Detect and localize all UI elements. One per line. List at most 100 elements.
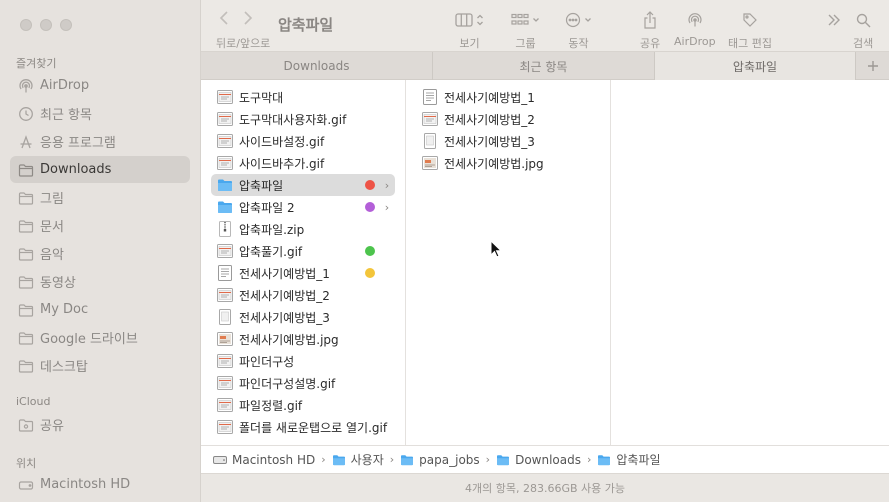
airdrop-button[interactable]: AirDrop: [674, 10, 716, 48]
sidebar-item-movies[interactable]: 동영상: [10, 268, 190, 295]
path-crumb[interactable]: 사용자: [332, 451, 384, 468]
folder-icon: [18, 330, 34, 346]
file-name: 압축파일.zip: [239, 222, 305, 237]
folder-icon: [332, 454, 346, 466]
chevron-right-icon: ›: [384, 200, 390, 214]
folder-icon: [597, 454, 611, 466]
finder-window: 즐겨찾기 AirDrop 최근 항목 응용 프로그램 Downloads 그림 …: [0, 0, 889, 502]
sidebar-item-downloads[interactable]: Downloads: [10, 156, 190, 183]
blank-file-icon: [217, 309, 233, 325]
edit-tags-button[interactable]: 태그 편집: [728, 10, 772, 51]
image-file-icon: [217, 89, 233, 105]
document-file-icon: [422, 89, 438, 105]
tab-downloads[interactable]: Downloads: [201, 52, 433, 80]
list-item[interactable]: 압축파일.zip: [211, 218, 395, 240]
list-item[interactable]: 전세사기예방법.jpg: [416, 152, 600, 174]
toolbar: 뒤로/앞으로 압축파일 보기 그룹 동작 공유 AirDrop 태그 편집 검색: [201, 0, 889, 52]
tab-recents[interactable]: 최근 항목: [433, 52, 655, 80]
sidebar-item-recents[interactable]: 최근 항목: [10, 100, 190, 127]
close-window-button[interactable]: [20, 19, 32, 31]
folder-icon: [496, 454, 510, 466]
path-bar: Macintosh HD › 사용자 › papa_jobs › Downloads › 압축파…: [201, 445, 889, 473]
sidebar-item-google-drive[interactable]: Google 드라이브: [10, 324, 190, 351]
list-item[interactable]: 사이드바설정.gif: [211, 130, 395, 152]
list-item[interactable]: 전세사기예방법_2: [416, 108, 600, 130]
chevron-down-icon: [585, 18, 591, 22]
folder-icon: [18, 190, 34, 206]
zoom-window-button[interactable]: [60, 19, 72, 31]
path-crumb[interactable]: Macintosh HD: [213, 453, 315, 467]
sidebar-item-airdrop[interactable]: AirDrop: [10, 72, 190, 99]
document-file-icon: [217, 265, 233, 281]
tag-icon: [743, 13, 757, 27]
back-button[interactable]: [219, 10, 229, 30]
file-name: 폴더를 새로운탭으로 열기.gif: [239, 420, 388, 435]
forward-button[interactable]: [243, 10, 253, 30]
image-file-icon: [217, 375, 233, 391]
jpg-file-icon: [422, 155, 438, 171]
disk-icon: [18, 477, 34, 493]
search-button[interactable]: 검색: [853, 10, 873, 51]
double-chevron-right-icon: [828, 14, 840, 26]
list-item[interactable]: 전세사기예방법_1: [416, 86, 600, 108]
file-name: 압축파일: [239, 178, 284, 193]
folder-icon: [18, 274, 34, 290]
file-name: 전세사기예방법_2: [239, 288, 330, 303]
column-view-icon: [455, 13, 473, 27]
column-empty[interactable]: [611, 80, 889, 445]
list-item[interactable]: 사이드바추가.gif: [211, 152, 395, 174]
zip-file-icon: [217, 221, 233, 237]
favorites-header: 즐겨찾기: [16, 57, 57, 70]
sidebar-item-documents[interactable]: 문서: [10, 212, 190, 239]
file-name: 사이드바추가.gif: [239, 156, 325, 171]
file-name: 도구막대사용자화.gif: [239, 112, 347, 127]
list-item[interactable]: 도구막대사용자화.gif: [211, 108, 395, 130]
group-button[interactable]: 그룹: [511, 10, 540, 51]
list-item[interactable]: 파인더구성설명.gif: [211, 372, 395, 394]
action-button[interactable]: 동작: [565, 10, 592, 51]
list-item[interactable]: 전세사기예방법_1: [211, 262, 395, 284]
window-title: 압축파일: [278, 16, 334, 34]
chevron-down-icon: [533, 18, 539, 22]
sidebar-item-desktop[interactable]: 데스크탑: [10, 352, 190, 379]
image-file-icon: [217, 243, 233, 259]
sidebar-item-applications[interactable]: 응용 프로그램: [10, 128, 190, 155]
path-crumb[interactable]: 압축파일: [597, 451, 661, 468]
column-downloads: 도구막대도구막대사용자화.gif 사이드바설정.gif 사이드바추가.gif 압축파일…: [201, 80, 406, 445]
path-crumb[interactable]: papa_jobs: [400, 453, 480, 467]
sidebar-item-macintosh-hd[interactable]: Macintosh HD: [10, 471, 190, 498]
image-file-icon: [422, 111, 438, 127]
share-button[interactable]: 공유: [640, 10, 660, 51]
list-item[interactable]: 압축파일 ›: [211, 174, 395, 196]
list-item[interactable]: 전세사기예방법_3: [211, 306, 395, 328]
file-name: 전세사기예방법.jpg: [444, 156, 544, 171]
list-item[interactable]: 전세사기예방법.jpg: [211, 328, 395, 350]
minimize-window-button[interactable]: [40, 19, 52, 31]
list-item[interactable]: 압축풀기.gif: [211, 240, 395, 262]
sidebar-item-my-doc[interactable]: My Doc: [10, 296, 190, 323]
path-separator-icon: ›: [485, 453, 491, 466]
list-item[interactable]: 파인더구성: [211, 350, 395, 372]
new-tab-button[interactable]: [856, 52, 889, 80]
more-toolbar-button[interactable]: [827, 10, 841, 30]
view-button[interactable]: 보기: [455, 10, 484, 51]
sidebar: 즐겨찾기 AirDrop 최근 항목 응용 프로그램 Downloads 그림 …: [0, 0, 201, 502]
sidebar-item-shared[interactable]: 공유: [10, 411, 190, 438]
sidebar-item-pictures[interactable]: 그림: [10, 184, 190, 211]
ellipsis-circle-icon: [565, 12, 581, 28]
list-item[interactable]: 전세사기예방법_3: [416, 130, 600, 152]
path-crumb-label: Downloads: [515, 452, 581, 467]
path-crumb-label: 압축파일: [616, 453, 661, 467]
list-item[interactable]: 파일정렬.gif: [211, 394, 395, 416]
list-item[interactable]: 압축파일 2 ›: [211, 196, 395, 218]
path-crumb[interactable]: Downloads: [496, 453, 581, 467]
folder-icon: [217, 199, 233, 215]
folder-icon: [400, 454, 414, 466]
path-crumb-label: papa_jobs: [419, 452, 480, 467]
tab-archive[interactable]: 압축파일: [655, 52, 856, 80]
sidebar-item-music[interactable]: 음악: [10, 240, 190, 267]
window-controls: [20, 19, 72, 31]
list-item[interactable]: 도구막대: [211, 86, 395, 108]
list-item[interactable]: 전세사기예방법_2: [211, 284, 395, 306]
list-item[interactable]: 폴더를 새로운탭으로 열기.gif: [211, 416, 395, 438]
